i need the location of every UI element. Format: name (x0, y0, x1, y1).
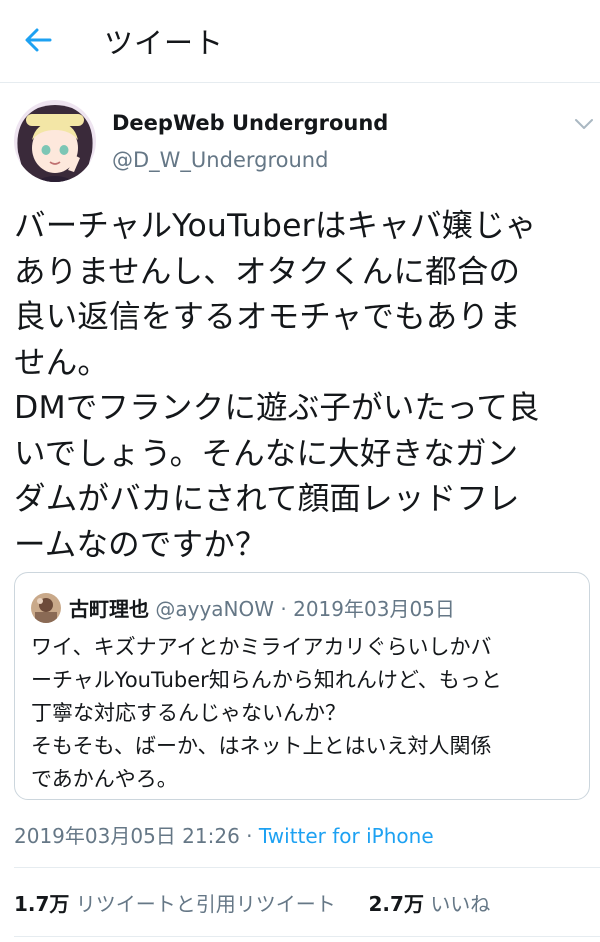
top-bar: ツイート (0, 0, 600, 83)
chevron-down-icon[interactable] (572, 114, 596, 134)
divider (14, 936, 600, 937)
page-title: ツイート (104, 26, 225, 60)
quote-text: ワイ、キズナアイとかミライアカリぐらいしかバ ーチャルYouTuber知らんから… (31, 635, 502, 791)
avatar[interactable] (14, 100, 96, 182)
quote-display-name: 古町理也 (69, 597, 149, 621)
quote-avatar (31, 593, 61, 623)
avatar-illustration (14, 100, 96, 182)
user-handle[interactable]: @D_W_Underground (112, 148, 328, 172)
tweet-text: バーチャルYouTuberはキャバ嬢じゃ ありませんし、オタクくんに都合の 良い… (14, 208, 540, 563)
display-name[interactable]: DeepWeb Underground (112, 111, 388, 135)
tweet-timestamp: 2019年03月05日 21:26 (14, 824, 240, 848)
quote-separator: · (274, 597, 294, 621)
quoted-tweet[interactable]: 古町理也 @ayyaNOW · 2019年03月05日 ワイ、キズナアイとかミラ… (14, 572, 590, 800)
tweet-meta: 2019年03月05日 21:26 · Twitter for iPhone (14, 820, 434, 849)
retweets-link[interactable]: リツイートと引用リツイート (76, 892, 336, 916)
like-count: 2.7万 (368, 892, 424, 916)
arrow-left-icon[interactable] (20, 22, 56, 58)
quote-avatar-image (31, 593, 61, 623)
divider (14, 867, 600, 868)
engagement-stats: 1.7万 リツイートと引用リツイート 2.7万 いいね (14, 888, 490, 917)
quote-date: 2019年03月05日 (293, 597, 455, 621)
retweet-count: 1.7万 (14, 892, 70, 916)
quote-header: 古町理也 @ayyaNOW · 2019年03月05日 (69, 593, 455, 622)
quote-handle: @ayyaNOW (155, 597, 275, 621)
meta-separator: · (239, 824, 259, 848)
likes-link[interactable]: いいね (430, 892, 490, 916)
source-link[interactable]: Twitter for iPhone (259, 824, 434, 848)
